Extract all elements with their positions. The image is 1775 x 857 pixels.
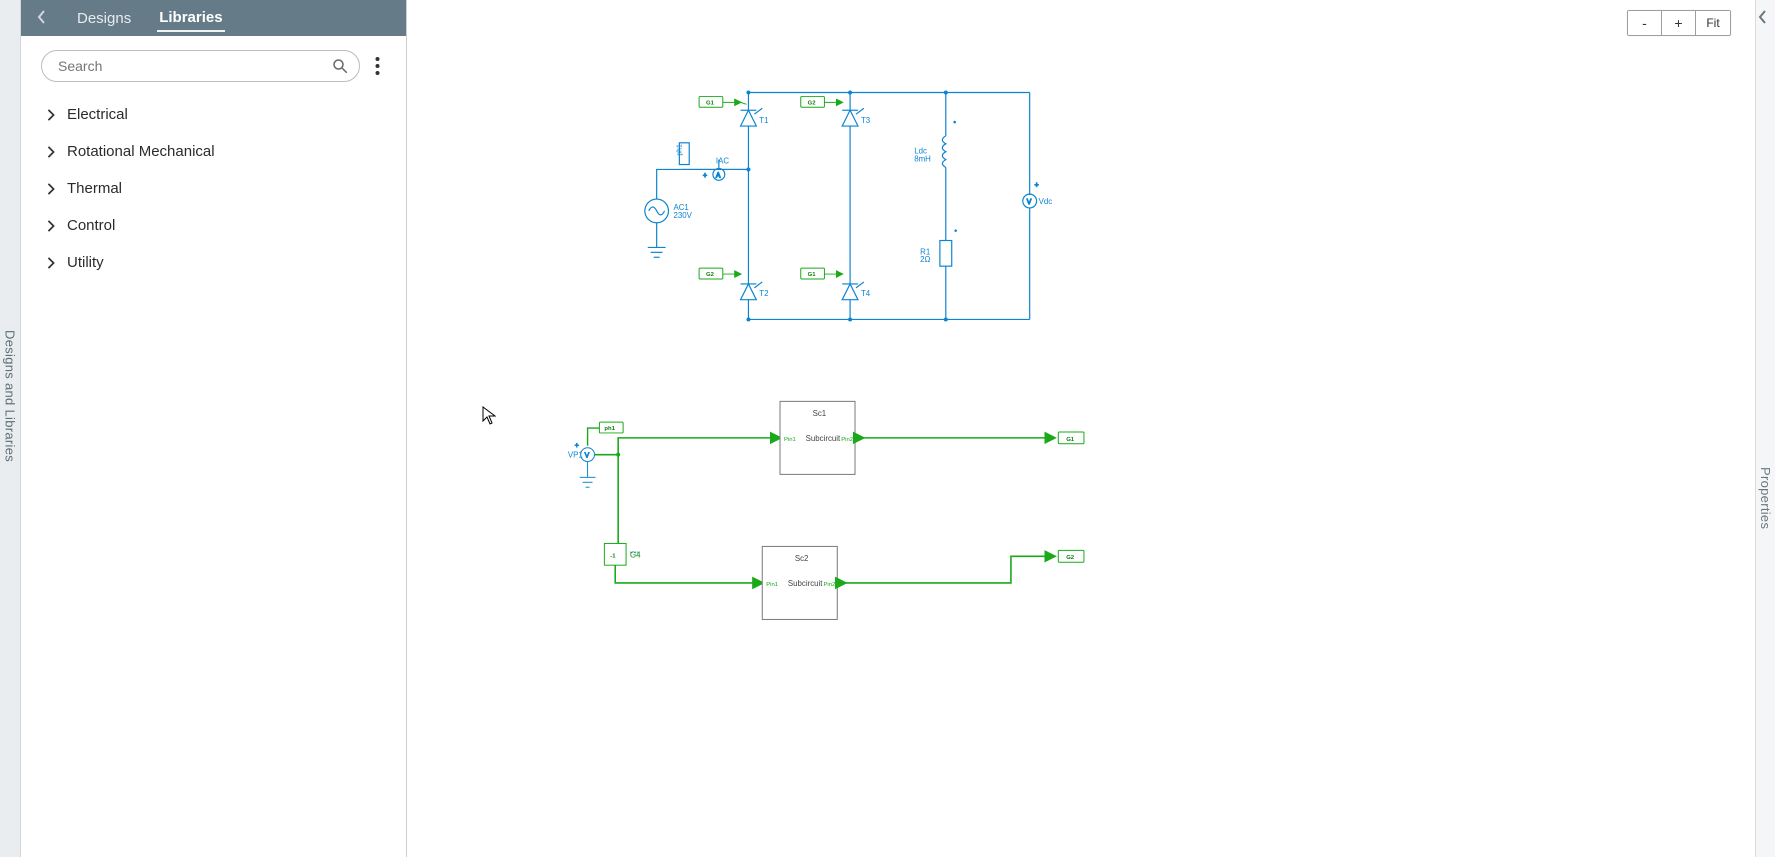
ammeter-symbol: A xyxy=(716,172,721,179)
label-t2: T2 xyxy=(759,289,768,298)
sc2-pin1: Pin1 xyxy=(766,582,778,588)
ac-source[interactable] xyxy=(645,199,669,223)
subcircuit-sc2[interactable]: Sc2 Subcircuit Pin1 Pin2 xyxy=(762,546,837,619)
tree-item-rotational-mechanical[interactable]: Rotational Mechanical xyxy=(29,133,398,170)
tree-item-label: Rotational Mechanical xyxy=(67,143,215,160)
tree-item-utility[interactable]: Utility xyxy=(29,244,398,281)
gain-value: -1 xyxy=(610,553,616,559)
tree-item-thermal[interactable]: Thermal xyxy=(29,170,398,207)
schematic-svg[interactable]: A + xyxy=(407,0,1755,857)
properties-label: Properties xyxy=(1758,467,1773,529)
sidebar-header: Designs Libraries xyxy=(21,0,406,36)
tree-item-label: Control xyxy=(67,217,115,234)
tag-label: G1 xyxy=(706,100,715,106)
chevron-right-icon xyxy=(45,220,57,232)
polarity-plus: + xyxy=(703,172,707,179)
sc1-type: Subcircuit xyxy=(806,434,841,443)
left-rail[interactable]: Designs and Libraries xyxy=(0,0,21,857)
tree-item-control[interactable]: Control xyxy=(29,207,398,244)
tag-label: G1 xyxy=(808,272,817,278)
sidebar-toolbar xyxy=(21,36,406,90)
label-iac: IAC xyxy=(716,157,729,166)
label-t4: T4 xyxy=(861,289,871,298)
label-vdc: Vdc xyxy=(1039,197,1053,206)
zoom-controls: - + Fit xyxy=(1627,10,1731,36)
zoom-fit-button[interactable]: Fit xyxy=(1696,11,1730,35)
inductor[interactable] xyxy=(942,136,945,168)
label-r1-value: 2Ω xyxy=(920,255,930,264)
gate-tag-g2-t2[interactable]: G2 xyxy=(699,268,740,279)
zoom-in-button[interactable]: + xyxy=(1662,11,1696,35)
label-t1: T1 xyxy=(759,116,768,125)
voltmeter[interactable]: V xyxy=(1023,194,1037,208)
label-ldc-value: 8mH xyxy=(914,155,931,164)
label-vp1: VP1 xyxy=(568,451,583,460)
sc2-name: Sc2 xyxy=(795,554,809,563)
back-icon[interactable] xyxy=(37,10,51,26)
sc2-type: Subcircuit xyxy=(788,579,823,588)
canvas[interactable]: - + Fit xyxy=(407,0,1755,857)
sc1-pin2: Pin2 xyxy=(841,437,853,443)
label-t3: T3 xyxy=(861,116,871,125)
search-input[interactable] xyxy=(56,57,325,75)
tag-label: G2 xyxy=(706,272,715,278)
tree-item-label: Thermal xyxy=(67,180,122,197)
tag-label: G2 xyxy=(808,100,817,106)
label-ph1: ph1 xyxy=(676,144,683,156)
ground-icon xyxy=(648,247,666,257)
out-tag-g2-label: G2 xyxy=(1066,555,1075,561)
properties-rail[interactable]: Properties xyxy=(1755,0,1775,857)
phase-tag[interactable]: ph1 xyxy=(599,422,623,433)
left-rail-label: Designs and Libraries xyxy=(3,330,18,462)
polarity-plus: + xyxy=(575,443,579,450)
control-circuit[interactable]: ph1 V + VP1 xyxy=(568,401,1084,619)
probe-symbol: V xyxy=(585,453,590,460)
chevron-right-icon xyxy=(45,146,57,158)
voltmeter-symbol: V xyxy=(1027,199,1032,206)
chevron-left-icon[interactable] xyxy=(1758,10,1768,27)
voltage-probe[interactable]: V + xyxy=(575,443,596,487)
gate-tag-g2-t3[interactable]: G2 xyxy=(801,96,842,107)
tree-item-electrical[interactable]: Electrical xyxy=(29,96,398,133)
rectifier-circuit[interactable]: A + xyxy=(645,91,1052,322)
gate-tag-g1-t4[interactable]: G1 xyxy=(801,268,842,279)
search-icon[interactable] xyxy=(331,57,349,75)
chevron-right-icon xyxy=(45,183,57,195)
sc1-name: Sc1 xyxy=(813,409,827,418)
more-icon[interactable] xyxy=(368,54,386,78)
subcircuit-sc1[interactable]: Sc1 Subcircuit Pin1 Pin2 xyxy=(780,401,855,474)
sidebar-tabs: Designs Libraries xyxy=(75,5,225,32)
search[interactable] xyxy=(41,50,360,82)
polarity-plus: + xyxy=(1035,182,1039,189)
chevron-right-icon xyxy=(45,257,57,269)
chevron-right-icon xyxy=(45,109,57,121)
phase-tag-label: ph1 xyxy=(604,426,615,432)
out-tag-g2[interactable]: G2 xyxy=(1058,550,1084,562)
gain-name: G4 xyxy=(630,550,641,559)
sc1-pin1: Pin1 xyxy=(784,437,796,443)
tab-designs[interactable]: Designs xyxy=(75,6,133,31)
gate-tag-g1-t1[interactable]: G1 xyxy=(699,96,746,107)
tab-libraries[interactable]: Libraries xyxy=(157,5,224,32)
sidebar: Designs Libraries Electrical Rota xyxy=(21,0,407,857)
tree-item-label: Electrical xyxy=(67,106,128,123)
resistor[interactable] xyxy=(940,241,952,267)
sc2-pin2: Pin2 xyxy=(823,582,835,588)
out-tag-g1[interactable]: G1 xyxy=(1058,432,1084,444)
out-tag-g1-label: G1 xyxy=(1066,437,1075,443)
library-tree: Electrical Rotational Mechanical Thermal… xyxy=(21,90,406,291)
gain-block[interactable]: -1 xyxy=(604,543,626,565)
tree-item-label: Utility xyxy=(67,254,104,271)
zoom-out-button[interactable]: - xyxy=(1628,11,1662,35)
label-ac-value: 230V xyxy=(673,211,692,220)
